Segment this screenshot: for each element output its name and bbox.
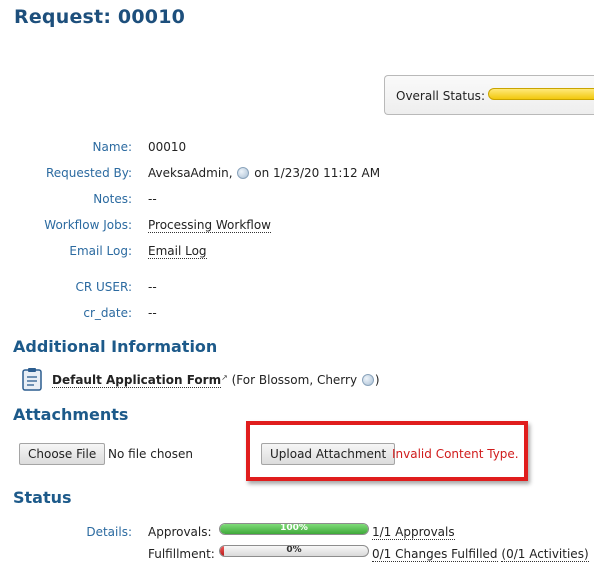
email-log-link[interactable]: Email Log (148, 244, 207, 259)
details-label: Details: (86, 525, 132, 539)
notes-value: -- (148, 192, 157, 206)
info-icon[interactable] (361, 374, 374, 386)
page-title: Request: 00010 (14, 6, 186, 28)
choose-file-button[interactable]: Choose File (19, 443, 106, 465)
additional-information-heading: Additional Information (13, 337, 218, 356)
status-heading: Status (13, 488, 72, 507)
overall-status-panel: Overall Status: (384, 75, 594, 115)
overall-status-bar (488, 88, 594, 100)
email-log-label: Email Log: (69, 244, 132, 258)
fulfillment-link[interactable]: 0/1 Changes Fulfilled (372, 547, 498, 562)
attachments-heading: Attachments (13, 405, 129, 424)
name-value: 00010 (148, 140, 187, 154)
fulfillment-progress-bar: 0% (219, 545, 369, 557)
application-form-row: Default Application Form↗ (For Blossom, … (52, 373, 380, 388)
form-clipboard-icon (22, 368, 42, 391)
fulfillment-percent: 0% (286, 545, 302, 555)
requested-by-value: AveksaAdmin, on 1/23/20 11:12 AM (148, 166, 380, 180)
fulfillment-label: Fulfillment: (148, 547, 215, 561)
external-link-icon: ↗ (221, 373, 228, 382)
cr-date-label: cr_date: (83, 306, 132, 320)
upload-attachment-button[interactable]: Upload Attachment (261, 443, 396, 465)
approvals-percent: 100% (280, 523, 308, 533)
workflow-jobs-link[interactable]: Processing Workflow (148, 218, 271, 233)
info-icon[interactable] (237, 167, 250, 179)
name-label: Name: (92, 140, 132, 154)
cr-date-value: -- (148, 306, 157, 320)
no-file-chosen-text: No file chosen (108, 447, 194, 461)
cr-user-label: CR USER: (75, 280, 132, 294)
form-context-text: (For Blossom, Cherry (231, 373, 358, 387)
default-application-form-link[interactable]: Default Application Form (52, 373, 222, 388)
approvals-link[interactable]: 1/1 Approvals (372, 525, 455, 540)
requested-by-date: on 1/23/20 11:12 AM (254, 166, 381, 180)
requested-by-user: AveksaAdmin, (148, 166, 233, 180)
approvals-label: Approvals: (148, 525, 212, 539)
workflow-jobs-label: Workflow Jobs: (44, 218, 132, 232)
fulfillment-status: 0/1 Changes Fulfilled (0/1 Activities) (372, 547, 589, 562)
notes-label: Notes: (93, 192, 132, 206)
cr-user-value: -- (148, 280, 157, 294)
requested-by-label: Requested By: (45, 166, 132, 180)
fulfillment-activities-link[interactable]: (0/1 Activities) (501, 547, 589, 562)
overall-status-label: Overall Status: (396, 89, 485, 103)
approvals-progress-bar: 100% (219, 523, 369, 535)
error-message: Invalid Content Type. (392, 447, 519, 461)
